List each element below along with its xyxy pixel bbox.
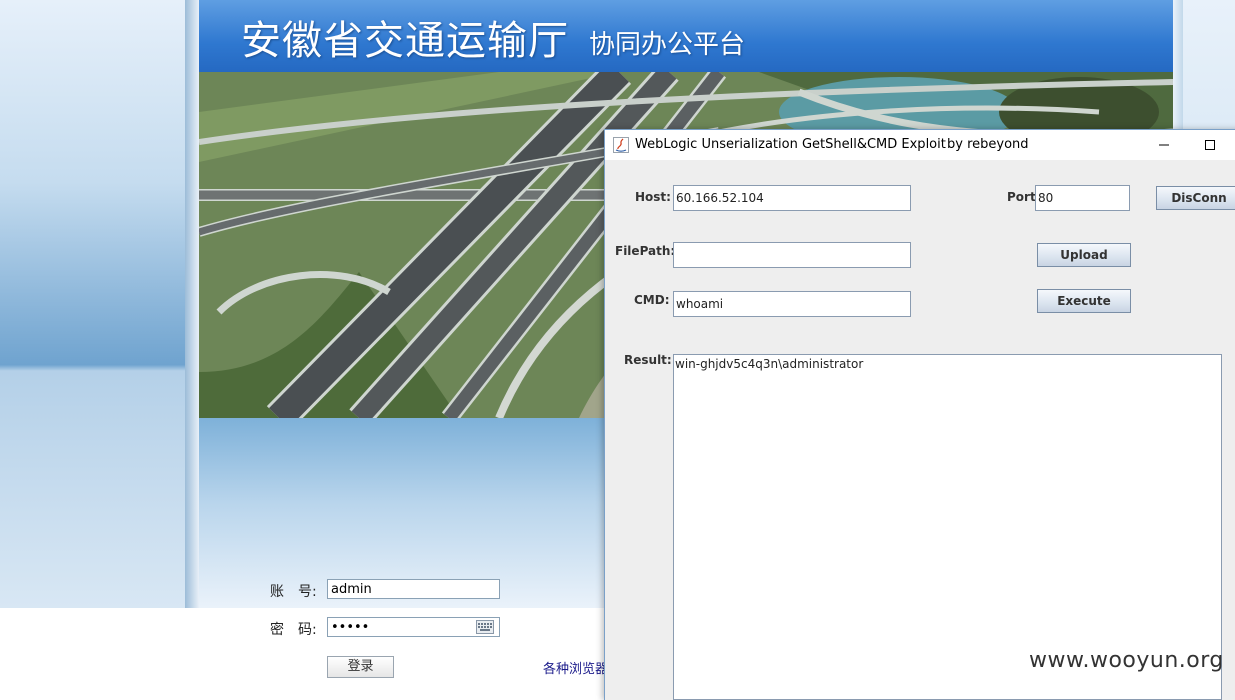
cmd-label: CMD: — [634, 293, 670, 307]
port-input[interactable]: 80 — [1035, 185, 1130, 211]
host-label: Host: — [635, 190, 671, 204]
login-button[interactable]: 登录 — [327, 656, 394, 678]
site-banner: 安徽省交通运输厅 协同办公平台 — [199, 0, 1173, 72]
account-label: 账 号: — [270, 584, 317, 600]
disconn-button[interactable]: DisConn — [1156, 186, 1235, 210]
password-input[interactable]: ••••• — [327, 617, 500, 637]
browser-support-link[interactable]: 各种浏览器 — [543, 658, 608, 677]
minimize-icon[interactable] — [1153, 134, 1175, 156]
page-background-left-edge — [185, 0, 199, 608]
filepath-label: FilePath: — [615, 244, 676, 258]
page-background-left — [0, 0, 187, 608]
password-label: 密 码: — [270, 622, 317, 638]
java-icon — [613, 137, 629, 153]
filepath-input[interactable] — [673, 242, 911, 268]
window-author: by rebeyond — [947, 137, 1029, 152]
exploit-window: WebLogic Unserialization GetShell&CMD Ex… — [604, 129, 1235, 700]
result-text: win-ghjdv5c4q3n\administrator — [675, 357, 864, 371]
banner-title: 安徽省交通运输厅 — [241, 18, 569, 64]
watermark: www.wooyun.org — [1029, 648, 1224, 673]
cmd-input[interactable]: whoami — [673, 291, 911, 317]
keyboard-icon[interactable] — [476, 620, 494, 634]
window-titlebar[interactable]: WebLogic Unserialization GetShell&CMD Ex… — [605, 130, 1235, 160]
upload-button[interactable]: Upload — [1037, 243, 1131, 267]
execute-button[interactable]: Execute — [1037, 289, 1131, 313]
result-label: Result: — [624, 353, 672, 367]
banner-subtitle: 协同办公平台 — [589, 30, 746, 60]
maximize-icon[interactable] — [1199, 134, 1221, 156]
host-input[interactable]: 60.166.52.104 — [673, 185, 911, 211]
window-title: WebLogic Unserialization GetShell&CMD Ex… — [635, 137, 946, 152]
account-input[interactable]: admin — [327, 579, 500, 599]
